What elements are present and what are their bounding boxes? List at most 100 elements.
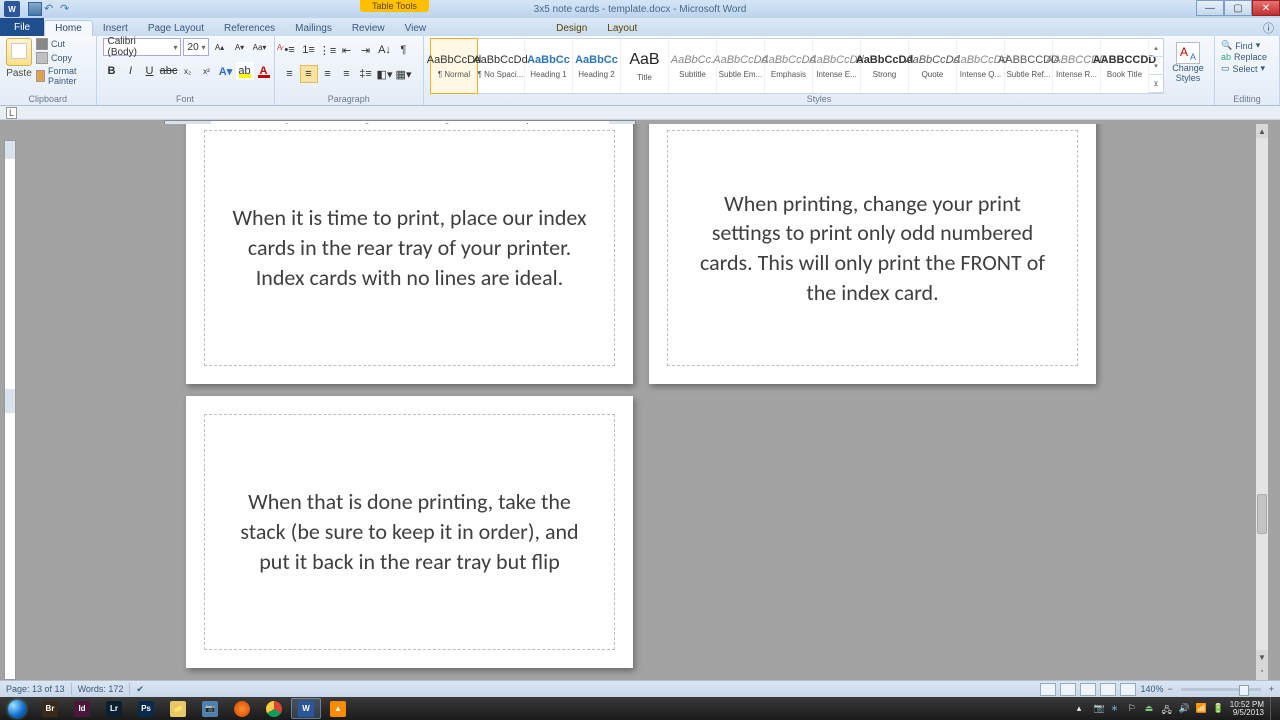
tab-insert[interactable]: Insert: [93, 21, 138, 36]
line-spacing-button[interactable]: ‡≡: [357, 65, 375, 83]
change-styles-button[interactable]: Change Styles: [1168, 38, 1208, 84]
underline-button[interactable]: U: [141, 62, 159, 80]
zoom-slider[interactable]: [1181, 688, 1261, 691]
prev-page-icon[interactable]: ◦: [1256, 664, 1268, 678]
borders-button[interactable]: ▦▾: [395, 65, 413, 83]
outline-view-button[interactable]: [1100, 683, 1116, 696]
italic-button[interactable]: I: [122, 62, 140, 80]
ribbon-minimize-icon[interactable]: ⓘ: [1263, 20, 1274, 36]
ruler-toggle-icon[interactable]: L: [6, 107, 17, 119]
tab-mailings[interactable]: Mailings: [285, 21, 342, 36]
subscript-button[interactable]: x₂: [179, 62, 197, 80]
text-effects-button[interactable]: A▾: [217, 62, 235, 80]
shrink-font-button[interactable]: A▾: [231, 38, 249, 56]
save-icon[interactable]: [28, 2, 42, 16]
sort-button[interactable]: A↓: [376, 41, 394, 59]
taskbar-app-camera[interactable]: 📷: [195, 698, 225, 719]
vertical-scrollbar[interactable]: ▲ ▼ ◦ ▾: [1256, 124, 1268, 692]
grow-font-button[interactable]: A▴: [211, 38, 229, 56]
tray-safely-remove-icon[interactable]: ⏏: [1145, 703, 1156, 714]
highlight-button[interactable]: ab: [236, 62, 254, 80]
zoom-in-button[interactable]: +: [1269, 684, 1274, 694]
zoom-out-button[interactable]: −: [1167, 684, 1172, 694]
numbering-button[interactable]: 1≡: [300, 41, 318, 59]
taskbar-app-explorer[interactable]: 📁: [163, 698, 193, 719]
style-title[interactable]: AaBTitle: [621, 39, 669, 93]
tab-review[interactable]: Review: [342, 21, 395, 36]
format-painter-button[interactable]: Format Painter: [36, 66, 90, 86]
taskbar-app-photoshop[interactable]: Ps: [131, 698, 161, 719]
vertical-ruler[interactable]: [4, 140, 16, 680]
taskbar-app-lightroom[interactable]: Lr: [99, 698, 129, 719]
styles-more-button[interactable]: ▴▾⊻: [1149, 39, 1163, 93]
justify-button[interactable]: ≡: [338, 65, 356, 83]
strike-button[interactable]: abc: [160, 62, 178, 80]
word-count[interactable]: Words: 172: [78, 684, 124, 694]
style-emphasis[interactable]: AaBbCcDdEmphasis: [765, 39, 813, 93]
style-subtle-ref[interactable]: AABBCCDDSubtle Ref...: [1005, 39, 1053, 93]
tray-camera-icon[interactable]: 📷: [1094, 703, 1105, 714]
taskbar-app-vlc[interactable]: ▲: [323, 698, 353, 719]
proofing-icon[interactable]: ✔: [136, 684, 144, 695]
style-intense-ref[interactable]: AABBCCDDIntense R...: [1053, 39, 1101, 93]
style-subtitle[interactable]: AaBbCc.Subtitle: [669, 39, 717, 93]
tray-show-hidden-icon[interactable]: ▴: [1077, 703, 1088, 714]
scroll-up-icon[interactable]: ▲: [1256, 124, 1268, 138]
increase-indent-button[interactable]: ⇥: [357, 41, 375, 59]
index-card-3[interactable]: When that is done printing, take the sta…: [186, 396, 633, 668]
scroll-thumb[interactable]: [1257, 494, 1267, 534]
superscript-button[interactable]: x²: [198, 62, 216, 80]
style-quote[interactable]: AaBbCcDdQuote: [909, 39, 957, 93]
style-heading1[interactable]: AaBbCcHeading 1: [525, 39, 573, 93]
card-text[interactable]: When printing, change your print setting…: [692, 189, 1053, 308]
shading-button[interactable]: ◧▾: [376, 65, 394, 83]
style-book-title[interactable]: AABBCCDDBook Title: [1101, 39, 1149, 93]
tray-network-icon[interactable]: 🖧: [1162, 703, 1173, 714]
style-heading2[interactable]: AaBbCcHeading 2: [573, 39, 621, 93]
tab-home[interactable]: Home: [44, 20, 93, 36]
zoom-level[interactable]: 140%: [1140, 684, 1163, 694]
tray-bluetooth-icon[interactable]: ∗: [1111, 703, 1122, 714]
style-intense-quote[interactable]: AaBbCcDdIntense Q...: [957, 39, 1005, 93]
undo-icon[interactable]: ↶: [44, 2, 58, 16]
tab-table-design[interactable]: Design: [546, 21, 597, 36]
tray-clock[interactable]: 10:52 PM 9/5/2013: [1230, 701, 1264, 717]
bold-button[interactable]: B: [103, 62, 121, 80]
tray-wifi-icon[interactable]: 📶: [1196, 703, 1207, 714]
styles-gallery[interactable]: AaBbCcDd¶ NormalAaBbCcDd¶ No Spaci...AaB…: [430, 38, 1164, 94]
change-case-button[interactable]: Aa▾: [251, 38, 269, 56]
paste-button[interactable]: Paste: [6, 38, 32, 79]
style-subtle-emph[interactable]: AaBbCcDdSubtle Em...: [717, 39, 765, 93]
print-layout-view-button[interactable]: [1040, 683, 1056, 696]
copy-button[interactable]: Copy: [36, 52, 90, 64]
taskbar-app-bridge[interactable]: Br: [35, 698, 65, 719]
maximize-button[interactable]: ▢: [1224, 0, 1252, 16]
multilevel-button[interactable]: ⋮≡: [319, 41, 337, 59]
index-card-1[interactable]: When it is time to print, place our inde…: [186, 124, 633, 384]
style-intense-emph[interactable]: AaBbCcDdIntense E...: [813, 39, 861, 93]
index-card-2[interactable]: When printing, change your print setting…: [649, 124, 1096, 384]
taskbar-app-chrome[interactable]: [259, 698, 289, 719]
tab-view[interactable]: View: [395, 21, 437, 36]
tab-table-layout[interactable]: Layout: [597, 21, 647, 36]
page-status[interactable]: Page: 13 of 13: [6, 684, 65, 694]
minimize-button[interactable]: —: [1196, 0, 1224, 16]
show-desktop-button[interactable]: [1270, 697, 1276, 720]
bullets-button[interactable]: •≡: [281, 41, 299, 59]
cut-button[interactable]: Cut: [36, 38, 90, 50]
taskbar-app-word[interactable]: W: [291, 698, 321, 719]
align-right-button[interactable]: ≡: [319, 65, 337, 83]
start-button[interactable]: [0, 697, 34, 720]
align-left-button[interactable]: ≡: [281, 65, 299, 83]
align-center-button[interactable]: ≡: [300, 65, 318, 83]
tab-references[interactable]: References: [214, 21, 285, 36]
replace-button[interactable]: abReplace: [1221, 52, 1267, 62]
style-nospacing[interactable]: AaBbCcDd¶ No Spaci...: [477, 39, 525, 93]
web-layout-view-button[interactable]: [1080, 683, 1096, 696]
taskbar-app-indesign[interactable]: Id: [67, 698, 97, 719]
redo-icon[interactable]: ↷: [60, 2, 74, 16]
tray-action-center-icon[interactable]: ⚐: [1128, 703, 1139, 714]
tab-file[interactable]: File: [0, 18, 44, 36]
show-marks-button[interactable]: ¶: [395, 41, 413, 59]
font-size-combo[interactable]: 20: [183, 38, 209, 56]
